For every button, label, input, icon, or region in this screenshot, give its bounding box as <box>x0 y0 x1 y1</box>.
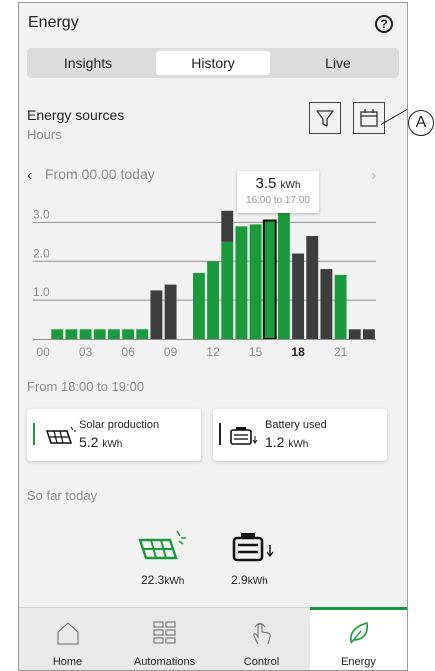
calendar-icon <box>360 109 378 127</box>
battery-icon <box>230 427 258 445</box>
app-frame: Energy ? Insights History Live Energy so… <box>18 2 408 671</box>
battery-used-card[interactable]: Battery used 1.2 kWh <box>213 409 387 461</box>
card-unit: kWh <box>288 439 309 450</box>
filter-icon <box>316 110 334 127</box>
chart-bar <box>221 210 234 242</box>
x-tick-label: 18 <box>291 345 305 359</box>
y-tick-label: 2.0 <box>33 246 50 260</box>
today-solar-unit: kWh <box>164 576 185 587</box>
help-icon[interactable]: ? <box>375 15 393 33</box>
page-title: Energy <box>28 14 79 31</box>
nav-automations[interactable]: Automations <box>116 608 213 670</box>
card-unit: kWh <box>102 439 123 450</box>
leaf-icon <box>349 621 368 644</box>
solar-production-card[interactable]: Solar production 5.2 kWh <box>27 409 201 461</box>
so-far-today-label: So far today <box>27 488 98 503</box>
x-tick-label: 03 <box>79 345 93 359</box>
home-icon <box>57 622 78 645</box>
bottom-navigation: Home Automations Control Energy <box>19 607 407 670</box>
x-tick-label: 21 <box>334 345 348 359</box>
next-period-arrow-icon[interactable]: › <box>371 167 376 185</box>
x-tick-label: 15 <box>249 345 263 359</box>
chart-bar <box>65 329 78 339</box>
chart-bar <box>277 208 290 339</box>
y-tick-label: 3.0 <box>33 207 50 221</box>
nav-label: Automations <box>133 656 196 668</box>
card-value: 1.2 <box>265 434 285 450</box>
x-tick-label: 06 <box>121 345 135 359</box>
automations-grid-icon <box>153 621 175 644</box>
card-label: Battery used <box>265 419 327 431</box>
chart-bar <box>51 329 64 339</box>
chart-bar <box>334 274 347 339</box>
nav-label: Energy <box>341 656 376 668</box>
x-tick-label: 12 <box>206 345 220 359</box>
tab-live[interactable]: Live <box>281 51 395 75</box>
solar-panel-icon <box>45 426 76 444</box>
filter-button[interactable] <box>309 102 341 134</box>
solar-panel-icon <box>138 530 186 560</box>
nav-label: Home <box>52 656 83 668</box>
section-subtitle: Hours <box>27 127 62 142</box>
chart-bar <box>320 269 333 339</box>
nav-control[interactable]: Control <box>213 608 310 670</box>
touch-hand-icon <box>252 623 271 645</box>
nav-home[interactable]: Home <box>19 608 116 670</box>
x-tick-label: 09 <box>164 345 178 359</box>
tooltip-time: 16:00 to 17:00 <box>246 195 310 206</box>
chart-bar <box>107 329 120 339</box>
chart-bar <box>292 253 305 339</box>
card-accent-bar <box>33 423 35 445</box>
chart-bar <box>362 329 375 339</box>
chart-bar <box>164 284 177 339</box>
previous-period-arrow-icon[interactable]: ‹ <box>27 167 32 185</box>
energy-sources-chart: 3.0 2.0 1.0 00 03 06 09 12 15 18 21 <box>33 207 376 359</box>
chart-bar <box>207 261 220 339</box>
hour-range-label: From 18:00 to 19:00 <box>27 379 145 394</box>
tab-history[interactable]: History <box>156 51 270 75</box>
chart-bar <box>192 272 205 339</box>
nav-energy[interactable]: Energy <box>310 607 407 670</box>
chart-bar <box>93 329 106 339</box>
tooltip-value: 3.5 <box>255 175 277 192</box>
today-battery-value: 2.9 <box>231 573 248 587</box>
chart-bar <box>263 220 276 339</box>
period-range-label: From 00.00 today <box>45 166 155 182</box>
tooltip-unit: kWh <box>280 180 301 191</box>
chart-bar <box>136 329 149 339</box>
chart-bar <box>122 329 135 339</box>
chart-bar <box>306 236 319 339</box>
card-accent-bar <box>219 423 221 445</box>
annotation-callout: A <box>408 110 434 136</box>
y-tick-label: 1.0 <box>33 285 50 299</box>
today-battery-unit: kWh <box>247 576 268 587</box>
x-tick-label: 00 <box>36 345 50 359</box>
section-title: Energy sources <box>27 107 125 123</box>
card-value: 5.2 <box>79 434 99 450</box>
view-tabs: Insights History Live <box>27 48 399 78</box>
app-header: Energy ? <box>19 3 407 47</box>
chart-bar <box>79 329 92 339</box>
calendar-button[interactable] <box>353 102 385 134</box>
battery-icon <box>232 533 274 562</box>
chart-bar <box>235 226 248 339</box>
tab-insights[interactable]: Insights <box>31 51 145 75</box>
chart-tooltip: 3.5 kWh 16:00 to 17:00 <box>237 171 319 213</box>
chart-bar <box>249 224 262 339</box>
card-label: Solar production <box>79 419 160 431</box>
today-solar-value: 22.3 <box>141 573 165 587</box>
nav-label: Control <box>243 656 280 668</box>
chart-bar <box>221 241 234 339</box>
chart-bar <box>150 290 163 339</box>
chart-bar <box>348 329 361 339</box>
